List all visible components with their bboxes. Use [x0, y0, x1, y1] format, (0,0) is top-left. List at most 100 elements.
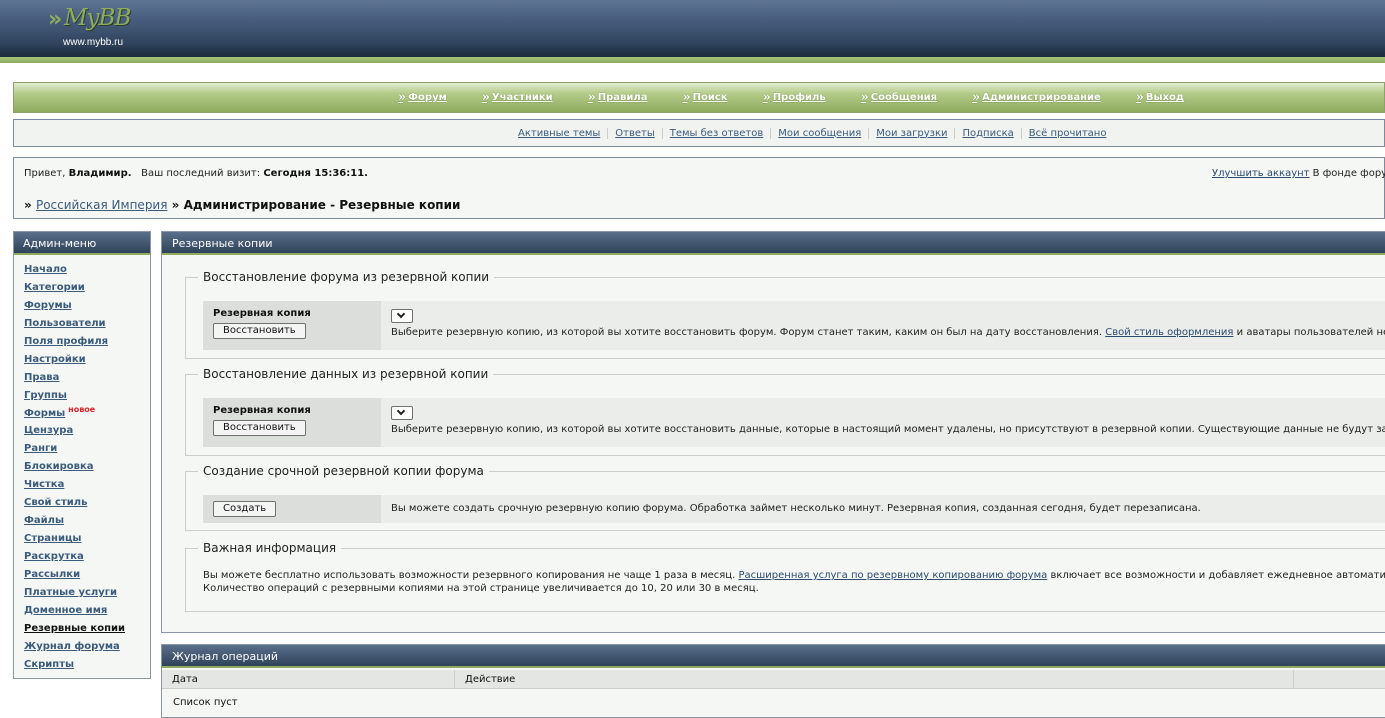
- restore-forum-row: Резервная копия Восстановить Выберите ре…: [203, 301, 1385, 350]
- sidebar-item-mailings[interactable]: Рассылки: [24, 566, 150, 584]
- sidebar-item-bans[interactable]: Блокировка: [24, 458, 150, 476]
- sidebar-item-domain[interactable]: Доменное имя: [24, 602, 150, 620]
- backup-label: Резервная копия: [213, 308, 311, 319]
- chevron-down-icon: [396, 406, 406, 416]
- nav-logout[interactable]: » Выход: [1136, 90, 1184, 105]
- sidebar-item-profile-fields[interactable]: Поля профиля: [24, 333, 150, 351]
- double-chevron-icon: »: [682, 90, 690, 105]
- subnav-my-uploads[interactable]: Мои загрузки: [868, 127, 954, 139]
- sidebar-item-ranks[interactable]: Ранги: [24, 440, 150, 458]
- sidebar-item-scripts[interactable]: Скрипты: [24, 656, 150, 674]
- sidebar-item-forums[interactable]: Форумы: [24, 297, 150, 315]
- important-info-section: Важная информация Вы можете бесплатно ис…: [185, 541, 1385, 612]
- upgrade-info: Улучшить аккаунт В фонде фору: [1212, 168, 1385, 179]
- panel-title: Резервные копии: [162, 232, 1385, 255]
- upgrade-account-link[interactable]: Улучшить аккаунт: [1212, 168, 1309, 179]
- row-label-cell: Резервная копия Восстановить: [203, 301, 381, 350]
- section-legend: Создание срочной резервной копии форума: [203, 464, 484, 478]
- nav-rules[interactable]: » Правила: [588, 90, 648, 105]
- custom-style-link[interactable]: Свой стиль оформления: [1105, 327, 1233, 338]
- restore-data-row: Резервная копия Восстановить Выберите ре…: [203, 398, 1385, 447]
- breadcrumb-root[interactable]: Российская Империя: [36, 198, 168, 212]
- nav-profile[interactable]: » Профиль: [763, 90, 826, 105]
- restore-forum-button[interactable]: Восстановить: [213, 323, 306, 339]
- subnav-active-topics[interactable]: Активные темы: [511, 128, 607, 139]
- breadcrumb-current: » Администрирование - Резервные копии: [171, 198, 461, 212]
- backup-select[interactable]: [391, 309, 413, 323]
- subnav-subscriptions[interactable]: Подписка: [954, 127, 1020, 139]
- subnav-replies[interactable]: Ответы: [607, 127, 661, 139]
- double-chevron-icon: »: [587, 90, 596, 105]
- sidebar-item-backups[interactable]: Резервные копии: [24, 620, 150, 638]
- panel-title: Журнал операций: [162, 645, 1385, 668]
- sidebar-item-home[interactable]: Начало: [24, 261, 150, 279]
- username: Владимир.: [68, 168, 132, 179]
- subnav-mark-all-read[interactable]: Всё прочитано: [1020, 127, 1114, 139]
- double-chevron-icon: »: [762, 90, 771, 105]
- double-chevron-icon: »: [860, 90, 869, 105]
- new-badge: новое: [68, 404, 96, 414]
- sidebar-item-cleanup[interactable]: Чистка: [24, 476, 150, 494]
- logo-mark: MyBB: [64, 5, 131, 31]
- column-date: Дата: [162, 670, 455, 689]
- sidebar-item-pages[interactable]: Страницы: [24, 530, 150, 548]
- double-chevron-icon: »: [398, 90, 406, 105]
- sidebar-item-forum-log[interactable]: Журнал форума: [24, 638, 150, 656]
- nav-members[interactable]: » Участники: [482, 90, 553, 105]
- subnav-my-posts[interactable]: Мои сообщения: [770, 127, 868, 139]
- create-backup-section: Создание срочной резервной копии форума …: [185, 464, 1385, 531]
- logo-arrows-icon: »: [48, 7, 62, 32]
- create-backup-row: Создать Вы можете создать срочную резерв…: [203, 495, 1385, 523]
- main-navigation: » Форум » Участники » Правила » Поиск » Профи…: [13, 82, 1385, 113]
- backup-select[interactable]: [391, 406, 413, 420]
- greeting: Привет, Владимир. Ваш последний визит: С…: [24, 168, 368, 179]
- backup-label: Резервная копия: [213, 405, 311, 416]
- sidebar-item-users[interactable]: Пользователи: [24, 315, 150, 333]
- nav-admin[interactable]: » Администрирование: [972, 90, 1101, 105]
- admin-sidebar: Админ-меню Начало Категории Форумы Польз…: [13, 231, 151, 679]
- subnav-unanswered[interactable]: Темы без ответов: [661, 127, 771, 139]
- breadcrumb: » Российская Империя » Администрирование…: [24, 198, 461, 212]
- sidebar-item-custom-style[interactable]: Свой стиль: [24, 494, 150, 512]
- fund-text: В фонде фору: [1312, 168, 1385, 179]
- row-description: Выберите резервную копию, из которой вы …: [391, 424, 1385, 435]
- site-header: » MyBB www.mybb.ru: [0, 0, 1385, 57]
- create-backup-button[interactable]: Создать: [213, 501, 277, 517]
- sidebar-title: Админ-меню: [14, 232, 150, 255]
- nav-forum[interactable]: » Форум: [398, 90, 447, 105]
- sidebar-item-promotion[interactable]: Раскрутка: [24, 548, 150, 566]
- info-text: Вы можете бесплатно использовать возможн…: [203, 570, 1385, 594]
- sidebar-item-forms[interactable]: Формы новое: [24, 405, 150, 423]
- sidebar-item-groups[interactable]: Группы: [24, 387, 150, 405]
- nav-search[interactable]: » Поиск: [682, 90, 727, 105]
- logo-url: www.mybb.ru: [63, 37, 124, 48]
- sidebar-item-censorship[interactable]: Цензура: [24, 422, 150, 440]
- header-stripe: [0, 57, 1385, 63]
- sidebar-item-permissions[interactable]: Права: [24, 369, 150, 387]
- last-visit: Сегодня 15:36:11.: [263, 168, 368, 179]
- double-chevron-icon: »: [1135, 90, 1144, 105]
- row-description: Вы можете создать срочную резервную копи…: [391, 503, 1201, 514]
- section-legend: Восстановление данных из резервной копии: [203, 367, 489, 381]
- restore-data-section: Восстановление данных из резервной копии…: [185, 367, 1385, 456]
- restore-data-button[interactable]: Восстановить: [213, 420, 306, 436]
- extended-backup-service-link[interactable]: Расширенная услуга по резервному копиров…: [738, 570, 1047, 581]
- welcome-box: Привет, Владимир. Ваш последний визит: С…: [13, 157, 1385, 219]
- double-chevron-icon: »: [481, 90, 490, 105]
- column-action: Действие: [455, 670, 1294, 689]
- restore-forum-section: Восстановление форума из резервной копии…: [185, 270, 1385, 359]
- mybb-logo[interactable]: » MyBB www.mybb.ru: [22, 2, 131, 50]
- row-description: Выберите резервную копию, из которой вы …: [391, 327, 1385, 338]
- sidebar-item-categories[interactable]: Категории: [24, 279, 150, 297]
- nav-messages[interactable]: » Сообщения: [861, 90, 937, 105]
- section-legend: Восстановление форума из резервной копии: [203, 270, 490, 284]
- section-legend: Важная информация: [203, 541, 337, 555]
- empty-list-text: Список пуст: [173, 697, 238, 708]
- operations-log-panel: Журнал операций Дата Действие Список пус…: [161, 644, 1385, 718]
- row-label-cell: Резервная копия Восстановить: [203, 398, 381, 447]
- sidebar-item-files[interactable]: Файлы: [24, 512, 150, 530]
- row-label-cell: Создать: [203, 495, 381, 523]
- sub-navigation: Активные темы Ответы Темы без ответов Мо…: [13, 119, 1385, 147]
- sidebar-item-paid-services[interactable]: Платные услуги: [24, 584, 150, 602]
- sidebar-item-settings[interactable]: Настройки: [24, 351, 150, 369]
